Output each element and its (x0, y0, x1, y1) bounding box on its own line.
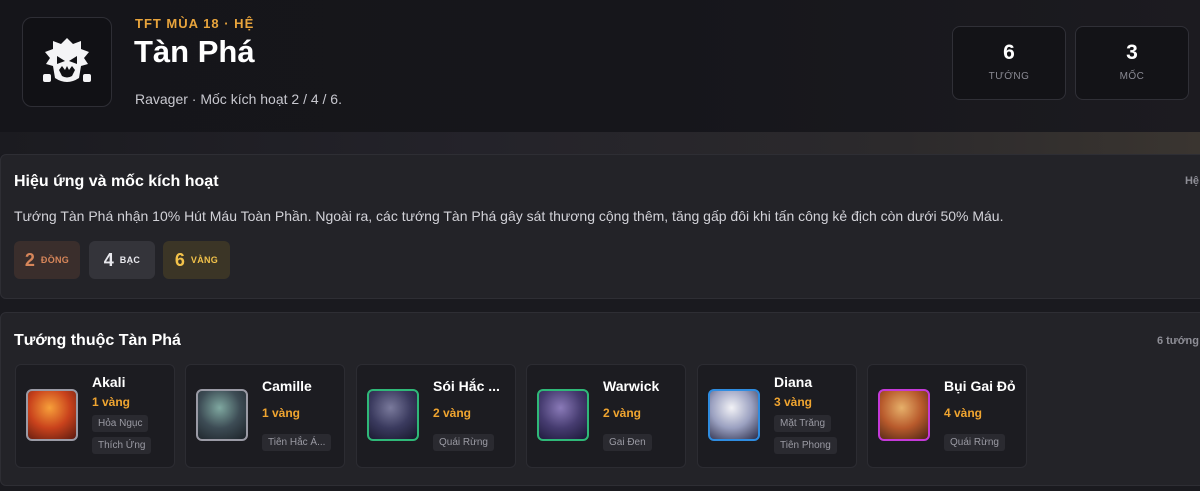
champion-cost: 1 vàng (262, 406, 301, 420)
champion-trait-tag: Mặt Trăng (774, 415, 832, 432)
champion-portrait (537, 389, 589, 441)
champion-portrait (367, 389, 419, 441)
champion-portrait (708, 389, 760, 441)
champion-name: Warwick (603, 378, 660, 394)
champions-count: 6 tướng (1156, 335, 1199, 347)
champion-cost: 2 vàng (433, 406, 472, 420)
champion-trait-tag: Tiên Hắc Á... (262, 434, 332, 451)
champion-card[interactable]: Sói Hắc ... 2 vàng Quái Rừng (356, 364, 516, 468)
champion-card[interactable]: Diana 3 vàng Mặt Trăng Tiên Phong (697, 364, 857, 468)
tier-name: ĐỒNG (40, 255, 70, 265)
tier-badge-bronze: 2 ĐỒNG (14, 241, 80, 279)
champion-portrait (26, 389, 78, 441)
tier-name: VÀNG (190, 255, 219, 265)
champion-card[interactable]: Bụi Gai Đỏ 4 vàng Quái Rừng (867, 364, 1027, 468)
champion-card[interactable]: Akali 1 vàng Hỏa Ngục Thích Ứng (15, 364, 175, 468)
tier-badge-gold: 6 VÀNG (163, 241, 230, 279)
stat-label: MỐC (1119, 71, 1145, 82)
champion-cost: 2 vàng (603, 406, 642, 420)
tier-name: BẠC (119, 255, 141, 265)
champion-name: Diana (774, 374, 813, 390)
champion-card[interactable]: Warwick 2 vàng Gai Đen (526, 364, 686, 468)
effects-type-label: Hệ (1184, 175, 1199, 187)
tier-badge-silver: 4 BẠC (89, 241, 155, 279)
champions-panel: Tướng thuộc Tàn Phá 6 tướng Akali 1 vàng H… (0, 312, 1200, 486)
champion-name: Akali (92, 374, 126, 390)
page-subtitle: Ravager · Mốc kích hoạt 2 / 4 / 6. (135, 91, 342, 107)
champion-portrait (196, 389, 248, 441)
champion-portrait (878, 389, 930, 441)
tier-count: 4 (103, 249, 114, 270)
champion-trait-tag: Gai Đen (603, 434, 652, 451)
season-kicker: TFT MÙA 18 · HỆ (135, 16, 255, 31)
effects-panel: Hiệu ứng và mốc kích hoạt Hệ Tướng Tàn P… (0, 154, 1200, 299)
header-banner-fade (0, 132, 1200, 154)
champion-name: Sói Hắc ... (433, 378, 500, 394)
champion-name: Bụi Gai Đỏ (944, 378, 1016, 394)
champion-card[interactable]: Camille 1 vàng Tiên Hắc Á... (185, 364, 345, 468)
effects-title: Hiệu ứng và mốc kích hoạt (14, 173, 219, 190)
stat-champions: 6 TƯỚNG (952, 26, 1066, 100)
trait-icon-box (22, 17, 112, 107)
champion-name: Camille (262, 378, 312, 394)
stat-value: 6 (1003, 41, 1015, 64)
ravager-trait-icon (43, 38, 91, 82)
champion-trait-tag: Tiên Phong (774, 437, 837, 454)
champion-cost: 4 vàng (944, 406, 983, 420)
effects-description: Tướng Tàn Phá nhận 10% Hút Máu Toàn Phần… (14, 208, 1004, 224)
champion-trait-tag: Hỏa Ngục (92, 415, 149, 432)
champion-trait-tag: Thích Ứng (92, 437, 152, 454)
champion-cost: 1 vàng (92, 395, 131, 409)
tier-count: 6 (174, 249, 185, 270)
champions-title: Tướng thuộc Tàn Phá (14, 332, 181, 349)
stat-value: 3 (1126, 41, 1138, 64)
champion-trait-tag: Quái Rừng (433, 434, 494, 451)
champion-trait-tag: Quái Rừng (944, 434, 1005, 451)
stat-label: TƯỚNG (988, 71, 1030, 82)
page-title: Tàn Phá (134, 34, 255, 69)
trait-header: TFT MÙA 18 · HỆ Tàn Phá Ravager · Mốc kí… (0, 0, 1200, 133)
tier-count: 2 (24, 249, 35, 270)
champion-cost: 3 vàng (774, 395, 813, 409)
stat-tiers: 3 MỐC (1075, 26, 1189, 100)
